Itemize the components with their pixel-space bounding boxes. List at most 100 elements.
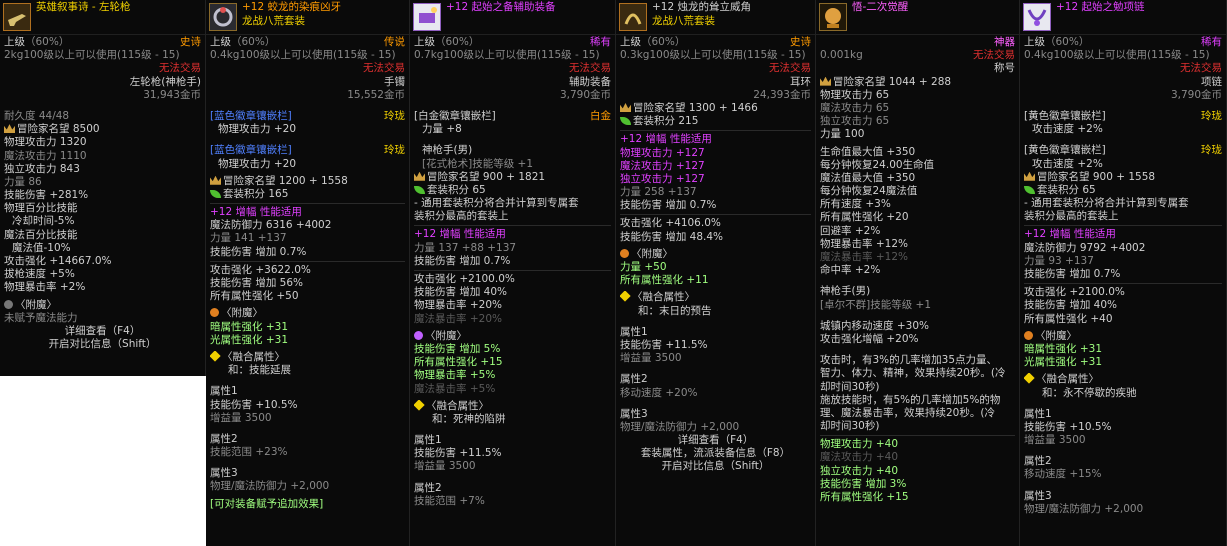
stat-line: +12 增幅 性能适用 <box>620 133 811 146</box>
stat-tag: 史诗 <box>180 36 201 48</box>
stat-text: 攻击时，有3%的几率增加35点力量、 <box>820 354 998 367</box>
stat-text: 3,790金币 <box>559 88 611 101</box>
stat-text: +12 增幅 性能适用 <box>620 133 712 146</box>
stat-text: [可对装备赋予追加效果] <box>210 497 324 510</box>
stat-line: 套装积分 65 <box>414 184 611 197</box>
stat-line: 技能伤害 增加 3% <box>820 478 1015 491</box>
stat-line: 所有属性强化 +20 <box>820 211 1015 224</box>
stat-line: 未赋予魔法能力 <box>4 312 201 325</box>
item-tooltip-necklace: +12 起始之勉项链 上级（60%） 稀有 0.4kg100级以上可以使用(115级… <box>1020 0 1227 546</box>
stat-text: 魔法攻击力 1110 <box>4 149 87 162</box>
stat-text: 所有属性强化 +40 <box>1024 312 1113 325</box>
stat-text: 技能伤害 +11.5% <box>620 338 708 351</box>
stat-line: 3,790金币 <box>414 89 611 102</box>
stat-text: 独立攻击力 843 <box>4 162 80 175</box>
stat-line: 无法交易 <box>4 62 201 75</box>
stat-text: 套装积分 65 <box>1037 183 1096 196</box>
stat-text: 命中率 +2% <box>820 264 881 277</box>
stat-text: 魔法暴击率 +5% <box>414 382 496 395</box>
stat-text: 详细查看（F4） <box>64 324 141 337</box>
stat-text: 物理暴击率 +20% <box>414 299 502 312</box>
stat-text: 称号 <box>994 62 1015 75</box>
stat-line: 〈附魔〉 <box>210 307 405 320</box>
enchant-orb-icon <box>1024 330 1033 340</box>
stat-text: 24,393金币 <box>753 88 811 101</box>
stat-line: 所有属性强化 +15 <box>414 356 611 369</box>
stat-text: 攻击强化 +2100.0% <box>414 273 515 285</box>
stat-line: 物理暴击率 +5% <box>414 369 611 382</box>
footer-hint: 详细查看（F4） <box>620 434 811 447</box>
stat-text: 独立攻击力 +127 <box>620 172 705 185</box>
stat-text: 力量 +8 <box>422 123 462 136</box>
stat-label: 上级 <box>210 36 231 48</box>
stat-text: 〈附魔〉 <box>631 247 673 260</box>
stat-text: 〈融合属性〉 <box>632 291 695 304</box>
stat-text: 技能范围 +7% <box>414 494 485 507</box>
stat-text: 理、魔法暴击率，效果持续20秒。(冷 <box>820 406 995 419</box>
set-point-leaf-icon <box>620 117 631 126</box>
stat-line: 神枪手(男) <box>414 144 611 157</box>
tooltip-header: 英雄叙事诗 - 左轮枪 <box>0 0 205 35</box>
item-set-name: 龙战八荒套装 <box>242 15 305 27</box>
stat-line: 每分钟恢复24魔法值 <box>820 185 1015 198</box>
stat-line: 每分钟恢复24.00生命值 <box>820 159 1015 172</box>
set-point-leaf-icon <box>1024 185 1035 194</box>
stat-text: 无法交易 <box>159 62 201 75</box>
support-gear-item-icon <box>413 3 441 31</box>
item-tooltip-earring: +12 烛龙的耸立威角 龙战八荒套装 上级（60%） 史诗 0.3kg100级以上可… <box>616 0 816 546</box>
stat-row: 2kg100级以上可以使用(115级 - 15) <box>4 49 201 62</box>
item-title: 悟-二次觉醒 <box>852 1 909 13</box>
stat-text: 每分钟恢复24魔法值 <box>820 185 918 198</box>
stat-text: 魔法防御力 9792 +4002 <box>1024 241 1146 254</box>
stat-line: 物理攻击力 +40 <box>820 438 1015 451</box>
stat-line: 魔法攻击力 65 <box>820 102 1015 115</box>
stat-text: 却时间30秒) <box>820 380 880 393</box>
stat-line: 〈附魔〉 <box>620 248 811 261</box>
stat-text: 〈附魔〉 <box>221 307 263 320</box>
stat-text: 项链 <box>1201 75 1222 88</box>
divider <box>414 270 611 271</box>
stat-line: 耳环 <box>620 76 811 89</box>
stat-text: 物理暴击率 +5% <box>414 369 496 382</box>
tooltip-header: +12 烛龙的耸立威角 龙战八荒套装 <box>616 0 815 35</box>
stat-row-left: [黄色徽章镶嵌栏] <box>1024 110 1106 123</box>
stat-line: 魔法百分比技能 <box>4 229 201 242</box>
stat-text: 技能伤害 +281% <box>4 189 89 202</box>
stat-line: 魔法暴击率 +12% <box>820 251 1015 264</box>
stat-text: 31,943金币 <box>143 88 201 101</box>
stat-line: 魔法防御力 9792 +4002 <box>1024 242 1222 255</box>
stat-text: 魔法暴击率 +20% <box>414 312 502 325</box>
stat-text: 回避率 +2% <box>820 224 881 237</box>
stat-line: 暗属性强化 +31 <box>210 321 405 334</box>
stat-text: 无法交易 <box>1180 62 1222 75</box>
stat-label: 0.4kg <box>1024 49 1054 62</box>
stat-text: 力量 86 <box>4 175 42 188</box>
stat-detail: 100级以上可以使用(115级 - 15) <box>23 49 180 62</box>
tooltip-header: 悟-二次觉醒 <box>816 0 1019 35</box>
stat-line: 3,790金币 <box>1024 89 1222 102</box>
stat-line: 移动速度 +15% <box>1024 468 1222 481</box>
stat-text: 魔法百分比技能 <box>4 228 78 241</box>
stat-line: 拔枪速度 +5% <box>4 268 201 281</box>
stat-text: 力量 100 <box>820 128 865 141</box>
stat-text: 物理暴击率 +2% <box>4 281 86 294</box>
stat-text: 套装积分 165 <box>223 187 289 200</box>
stat-text: - 通用套装积分将合并计算到专属套 <box>1024 197 1189 210</box>
stat-line: 物理攻击力 65 <box>820 89 1015 102</box>
stat-line: 生命值最大值 +350 <box>820 146 1015 159</box>
title-item-icon <box>819 3 847 31</box>
stat-line: 光属性强化 +31 <box>1024 356 1222 369</box>
stat-text: 增益量 3500 <box>1024 434 1086 447</box>
stat-text: +12 增幅 性能适用 <box>1024 228 1116 241</box>
stat-text: 物理攻击力 65 <box>820 88 890 101</box>
stat-line: 〈融合属性〉 <box>210 350 405 364</box>
stat-line: [可对装备赋予追加效果] <box>210 498 405 511</box>
stat-text: 魔法暴击率 +12% <box>820 251 908 263</box>
stat-row: [黄色徽章镶嵌栏] 玲珑 <box>1024 144 1222 157</box>
stat-label: [黄色徽章镶嵌栏] <box>1024 144 1106 157</box>
stat-text: 技能伤害 增加 0.7% <box>414 254 511 267</box>
stat-text: 属性2 <box>620 373 648 386</box>
